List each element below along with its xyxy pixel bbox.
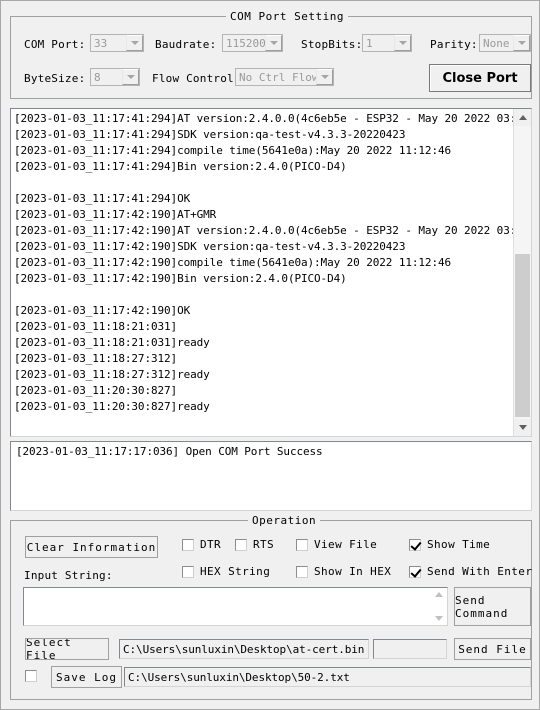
scroll-down-icon[interactable] bbox=[514, 419, 531, 436]
log-lines: [2023-01-03_11:17:41:294]AT version:2.4.… bbox=[14, 111, 532, 415]
clear-information-button[interactable]: Clear Information bbox=[25, 536, 158, 558]
checkbox-label: HEX String bbox=[200, 565, 271, 578]
select-file-path-value: C:\Users\sunluxin\Desktop\at-cert.bin bbox=[123, 642, 365, 656]
log-line: [2023-01-03_11:17:42:190]AT+GMR bbox=[14, 208, 217, 221]
com-port-value: 33 bbox=[94, 36, 108, 50]
checkbox-label: View File bbox=[314, 538, 378, 551]
checkbox-box[interactable] bbox=[182, 538, 194, 551]
log-line: [2023-01-03_11:17:41:294]compile time(56… bbox=[14, 144, 452, 157]
checkbox-label: Show In HEX bbox=[314, 565, 392, 578]
log-line: [2023-01-03_11:17:42:190]compile time(56… bbox=[14, 256, 452, 269]
checkbox-box[interactable] bbox=[409, 565, 421, 578]
stopbits-select[interactable]: 1 bbox=[362, 34, 412, 52]
checkbox-box[interactable] bbox=[235, 538, 247, 551]
com-port-setting-group: COM Port Setting COM Port: 33 Baudrate: … bbox=[10, 10, 532, 99]
checkbox-box[interactable] bbox=[182, 565, 194, 578]
scroll-down-icon[interactable] bbox=[434, 616, 443, 621]
checkbox-label: Show Time bbox=[427, 538, 491, 551]
checkbox-show-time[interactable]: Show Time bbox=[409, 538, 490, 551]
log-line: [2023-01-03_11:17:41:294]Bin version:2.4… bbox=[14, 160, 347, 173]
chevron-down-icon[interactable] bbox=[316, 69, 333, 85]
log-line: [2023-01-03_11:17:41:294]SDK version:qa-… bbox=[14, 128, 406, 141]
baudrate-value: 115200 bbox=[226, 36, 266, 50]
save-log-path-value: C:\Users\sunluxin\Desktop\50-2.txt bbox=[128, 670, 350, 684]
checkbox-label: DTR bbox=[200, 538, 222, 551]
close-port-button[interactable]: Close Port bbox=[429, 64, 531, 92]
checkbox-dtr[interactable]: DTR bbox=[182, 538, 221, 551]
chevron-down-icon[interactable] bbox=[265, 35, 282, 51]
chevron-down-icon[interactable] bbox=[126, 35, 143, 51]
input-string-scrollbar[interactable] bbox=[431, 589, 446, 624]
parity-select[interactable]: None bbox=[479, 34, 531, 52]
log-output-area[interactable]: [2023-01-03_11:17:41:294]AT version:2.4.… bbox=[10, 108, 532, 437]
log-line: [2023-01-03_11:17:42:190]SDK version:qa-… bbox=[14, 240, 406, 253]
baudrate-label: Baudrate: bbox=[155, 38, 217, 51]
input-string-label: Input String: bbox=[24, 569, 113, 582]
checkbox-view-file[interactable]: View File bbox=[296, 538, 377, 551]
checkbox-hex-string[interactable]: HEX String bbox=[182, 565, 270, 578]
send-command-button[interactable]: Send Command bbox=[454, 587, 531, 626]
checkbox-show-in-hex[interactable]: Show In HEX bbox=[296, 565, 391, 578]
serial-terminal-window: COM Port Setting COM Port: 33 Baudrate: … bbox=[0, 0, 540, 710]
log-scroll-track[interactable] bbox=[514, 126, 531, 419]
checkbox-box[interactable] bbox=[409, 538, 421, 551]
select-file-path-field[interactable]: C:\Users\sunluxin\Desktop\at-cert.bin bbox=[119, 639, 369, 659]
chevron-down-icon[interactable] bbox=[122, 69, 139, 85]
com-port-label: COM Port: bbox=[24, 38, 86, 51]
scroll-up-icon[interactable] bbox=[514, 109, 531, 126]
chevron-down-icon[interactable] bbox=[394, 35, 411, 51]
checkbox-rts[interactable]: RTS bbox=[235, 538, 274, 551]
bytesize-value: 8 bbox=[94, 70, 101, 84]
log-scrollbar[interactable] bbox=[513, 109, 531, 436]
status-message: [2023-01-03_11:17:17:036] Open COM Port … bbox=[16, 445, 323, 458]
com-port-setting-title: COM Port Setting bbox=[226, 10, 348, 23]
save-log-path-field[interactable]: C:\Users\sunluxin\Desktop\50-2.txt bbox=[124, 667, 531, 687]
log-line: [2023-01-03_11:20:30:827]ready bbox=[14, 400, 210, 413]
log-scroll-thumb[interactable] bbox=[515, 254, 530, 417]
log-line: [2023-01-03_11:18:21:031]ready bbox=[14, 336, 210, 349]
bytesize-label: ByteSize: bbox=[24, 72, 86, 85]
log-line: [2023-01-03_11:17:42:190]OK bbox=[14, 304, 191, 317]
operation-group: Operation Clear Information DTR RTS View… bbox=[10, 514, 532, 700]
checkbox-save-log[interactable] bbox=[25, 670, 37, 682]
flow-control-label: Flow Control: bbox=[152, 72, 241, 85]
checkbox-label: Send With Enter bbox=[427, 565, 533, 578]
stopbits-label: StopBits: bbox=[301, 38, 363, 51]
log-line: [2023-01-03_11:17:42:190]Bin version:2.4… bbox=[14, 272, 347, 285]
log-line: [2023-01-03_11:17:41:294]AT version:2.4.… bbox=[14, 112, 532, 125]
parity-label: Parity: bbox=[430, 38, 478, 51]
status-box: [2023-01-03_11:17:17:036] Open COM Port … bbox=[10, 441, 532, 511]
checkbox-box[interactable] bbox=[296, 538, 308, 551]
checkbox-label: RTS bbox=[253, 538, 275, 551]
operation-title: Operation bbox=[248, 514, 321, 527]
checkbox-box[interactable] bbox=[296, 565, 308, 578]
baudrate-select[interactable]: 115200 bbox=[222, 34, 283, 52]
checkbox-send-with-enter[interactable]: Send With Enter bbox=[409, 565, 532, 578]
log-line: [2023-01-03_11:17:42:190]AT version:2.4.… bbox=[14, 224, 532, 237]
log-line: [2023-01-03_11:18:27:312]ready bbox=[14, 368, 210, 381]
com-port-select[interactable]: 33 bbox=[90, 34, 144, 52]
save-log-button[interactable]: Save Log bbox=[51, 666, 122, 688]
log-line: [2023-01-03_11:20:30:827] bbox=[14, 384, 178, 397]
log-line: [2023-01-03_11:18:21:031] bbox=[14, 320, 178, 333]
checkbox-box[interactable] bbox=[25, 670, 37, 682]
log-line: [2023-01-03_11:17:41:294]OK bbox=[14, 192, 191, 205]
stopbits-value: 1 bbox=[366, 36, 373, 50]
chevron-down-icon[interactable] bbox=[513, 35, 530, 51]
flow-control-value: No Ctrl Flow bbox=[239, 70, 317, 84]
send-file-extra-field[interactable] bbox=[373, 639, 447, 659]
parity-value: None bbox=[483, 36, 510, 50]
scroll-up-icon[interactable] bbox=[434, 592, 443, 597]
input-string-field[interactable] bbox=[23, 587, 448, 626]
flow-control-select[interactable]: No Ctrl Flow bbox=[235, 68, 334, 86]
bytesize-select[interactable]: 8 bbox=[90, 68, 140, 86]
send-file-button[interactable]: Send File bbox=[454, 638, 531, 660]
log-line: [2023-01-03_11:18:27:312] bbox=[14, 352, 178, 365]
select-file-button[interactable]: Select File bbox=[25, 636, 109, 662]
